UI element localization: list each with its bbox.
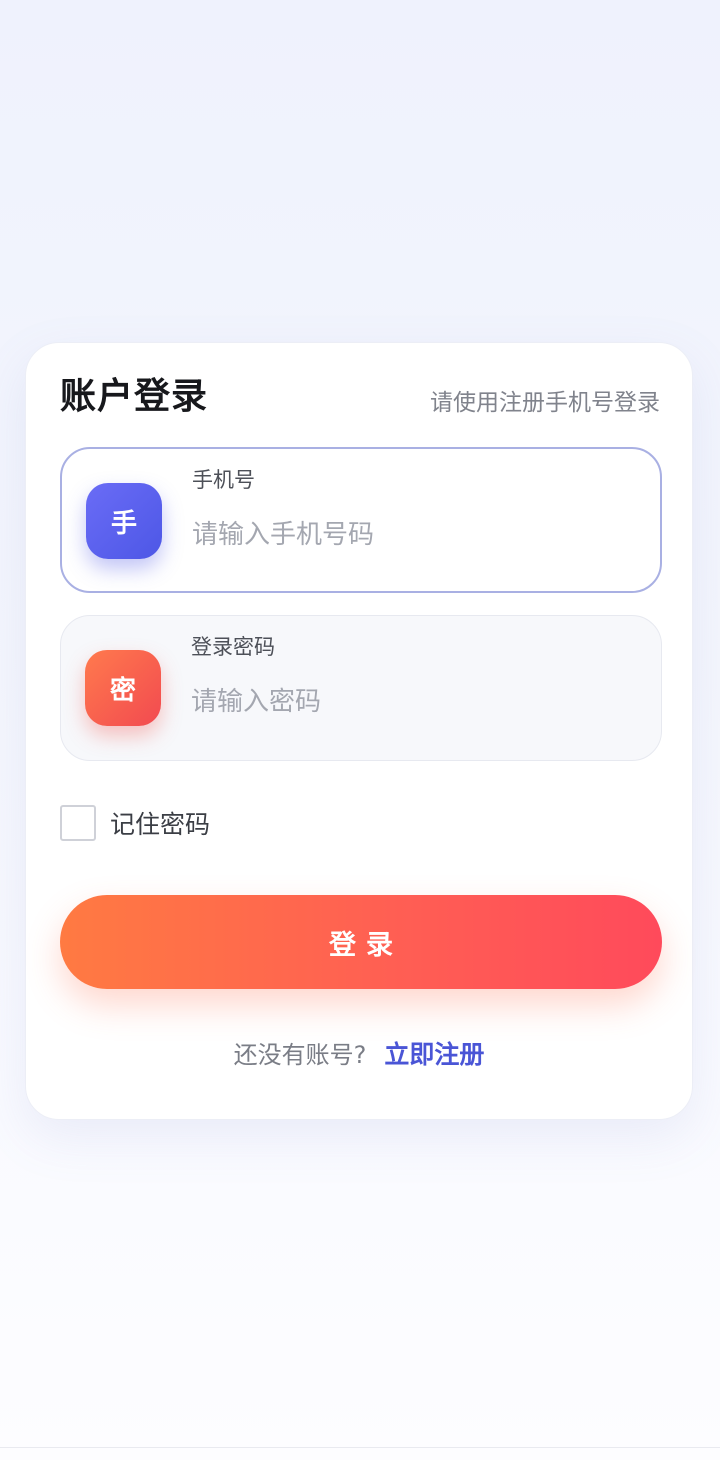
phone-badge-icon: 手	[86, 483, 162, 559]
phone-field[interactable]: 手 手机号	[60, 447, 662, 593]
bottom-divider	[0, 1447, 720, 1448]
login-card: 账户登录 请使用注册手机号登录 手 手机号 密 登录密码 记住密码 登录 还没有…	[25, 342, 693, 1120]
page-title: 账户登录	[60, 376, 209, 417]
login-hint: 请使用注册手机号登录	[430, 390, 660, 416]
password-label: 登录密码	[191, 635, 275, 659]
remember-checkbox[interactable]	[60, 805, 96, 841]
register-row: 还没有账号? 立即注册	[26, 1037, 692, 1073]
register-link[interactable]: 立即注册	[384, 1040, 484, 1069]
phone-label: 手机号	[192, 468, 255, 492]
phone-input[interactable]	[190, 513, 634, 557]
login-button[interactable]: 登录	[60, 895, 662, 989]
password-input[interactable]	[189, 680, 633, 724]
password-field[interactable]: 密 登录密码	[60, 615, 662, 761]
register-prompt: 还没有账号?	[233, 1041, 367, 1069]
password-badge-icon: 密	[85, 650, 161, 726]
remember-password[interactable]: 记住密码	[60, 803, 210, 843]
remember-label: 记住密码	[110, 810, 211, 839]
